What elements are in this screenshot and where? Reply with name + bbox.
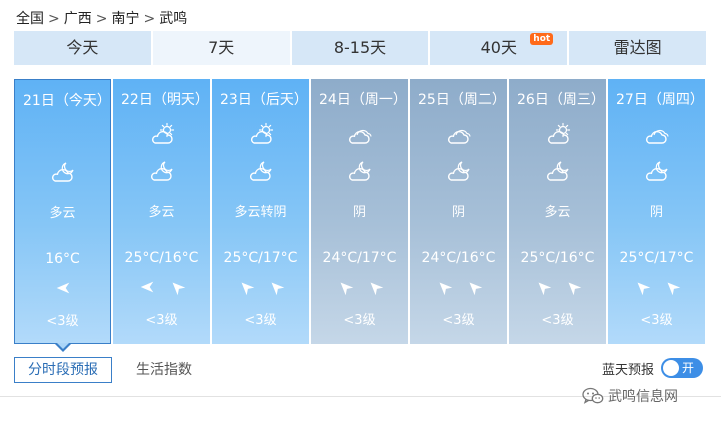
selected-day-pointer-inner	[57, 343, 69, 349]
partly-cloudy-night-icon	[247, 159, 275, 183]
wind-direction-icon	[370, 282, 383, 296]
tab-label: 今天	[66, 38, 99, 57]
wind-direction-icon	[271, 282, 284, 296]
tab-label: 8-15天	[333, 38, 387, 57]
hot-badge: hot	[530, 33, 554, 45]
day-forecast-card[interactable]: 21日（今天） 多云 16°C <3级	[14, 79, 111, 344]
weather-condition: 阴	[649, 205, 663, 220]
day-date: 21日（今天）	[23, 93, 111, 109]
day-forecast-card[interactable]: 25日（周二） 阴 24°C/16°C <3级	[410, 79, 507, 344]
temperature: 25°C/17°C	[619, 250, 694, 266]
day-date: 26日（周三）	[517, 92, 605, 108]
breadcrumb: 全国 > 广西 > 南宁 > 武鸣	[16, 8, 187, 28]
wind-direction-icon	[469, 282, 482, 296]
overcast-icon	[643, 122, 671, 146]
breadcrumb-separator: >	[95, 11, 108, 27]
temperature: 25°C/16°C	[124, 250, 199, 266]
breadcrumb-item[interactable]: 全国	[16, 8, 44, 28]
blue-sky-toggle[interactable]: 开	[661, 358, 703, 378]
tab-label: 40天	[480, 38, 517, 57]
weather-condition: 多云	[148, 205, 175, 220]
day-date: 25日（周二）	[418, 92, 506, 108]
forecast-tabs: 今天 7天 8-15天 40天 hot 雷达图	[14, 31, 706, 65]
breadcrumb-item: 武鸣	[159, 11, 188, 27]
partly-cloudy-day-icon	[544, 122, 572, 146]
overcast-icon	[445, 122, 473, 146]
life-index-button[interactable]: 生活指数	[136, 357, 192, 383]
wind-direction-icon	[637, 282, 650, 296]
tab-item[interactable]: 7天	[152, 31, 290, 65]
tab-item[interactable]: 雷达图	[569, 31, 706, 65]
temperature: 16°C	[45, 251, 80, 267]
toggle-knob	[663, 360, 679, 376]
day-date: 22日（明天）	[121, 92, 209, 108]
breadcrumb-separator: >	[143, 11, 156, 27]
partly-cloudy-night-icon	[49, 160, 77, 184]
wind-direction-icon	[56, 282, 69, 294]
partly-cloudy-night-icon	[148, 159, 176, 183]
partly-cloudy-day-icon	[148, 122, 176, 146]
day-forecast-card[interactable]: 22日（明天） 多云 25°C/16°C <3级	[113, 79, 210, 344]
tab-label: 雷达图	[613, 38, 662, 57]
wind-directions	[311, 278, 408, 298]
tab-item[interactable]: 40天 hot	[430, 31, 568, 65]
watermark: 武鸣信息网	[582, 385, 678, 407]
breadcrumb-separator: >	[48, 11, 60, 27]
wind-direction-icon	[241, 282, 254, 296]
day-date: 23日（后天）	[220, 92, 308, 108]
temperature: 25°C/16°C	[520, 250, 595, 266]
wind-level: <3级	[244, 313, 277, 328]
day-forecast-card[interactable]: 27日（周四） 阴 25°C/17°C <3级	[608, 79, 705, 344]
temperature: 24°C/17°C	[322, 250, 397, 266]
wind-direction-icon	[667, 282, 680, 296]
wind-level: <3级	[640, 313, 673, 328]
day-date: 24日（周一）	[319, 92, 407, 108]
wechat-icon	[582, 387, 604, 404]
wind-direction-icon	[340, 282, 353, 296]
weather-condition: 阴	[352, 205, 366, 220]
wind-level: <3级	[145, 313, 178, 328]
temperature: 24°C/16°C	[421, 250, 496, 266]
day-forecast-card[interactable]: 26日（周三） 多云 25°C/16°C <3级	[509, 79, 606, 344]
wind-direction-icon	[439, 282, 452, 296]
tab-item[interactable]: 8-15天	[291, 31, 429, 65]
tab-label: 7天	[208, 38, 235, 57]
partly-cloudy-night-icon	[346, 159, 374, 183]
breadcrumb-item[interactable]: 南宁	[111, 8, 139, 28]
partly-cloudy-day-icon	[247, 122, 275, 146]
wind-level: <3级	[541, 313, 574, 328]
breadcrumb-item[interactable]: 广西	[64, 8, 92, 28]
partly-cloudy-night-icon	[544, 159, 572, 183]
toggle-label: 开	[682, 361, 695, 375]
wind-direction-icon	[172, 282, 185, 296]
wind-directions	[608, 278, 705, 298]
tab-item[interactable]: 今天	[14, 31, 151, 65]
hourly-forecast-button[interactable]: 分时段预报	[14, 357, 112, 383]
wind-directions	[410, 278, 507, 298]
temperature: 25°C/17°C	[223, 250, 298, 266]
weather-condition: 多云	[49, 206, 76, 221]
wind-direction-icon	[568, 282, 581, 296]
blue-sky-forecast-label: 蓝天预报	[602, 363, 655, 378]
watermark-text: 武鸣信息网	[608, 389, 678, 405]
weather-condition: 多云转阴	[234, 205, 287, 220]
wind-directions	[212, 278, 309, 298]
overcast-icon	[346, 122, 374, 146]
wind-direction-icon	[140, 281, 153, 293]
wind-level: <3级	[343, 313, 376, 328]
wind-directions	[509, 278, 606, 298]
day-date: 27日（周四）	[616, 92, 704, 108]
wind-level: <3级	[442, 313, 475, 328]
wind-directions	[113, 278, 210, 298]
wind-level: <3级	[46, 314, 79, 329]
weather-condition: 阴	[451, 205, 465, 220]
partly-cloudy-night-icon	[643, 159, 671, 183]
weather-condition: 多云	[544, 205, 571, 220]
wind-directions	[15, 279, 110, 299]
day-forecast-card[interactable]: 24日（周一） 阴 24°C/17°C <3级	[311, 79, 408, 344]
day-forecast-card[interactable]: 23日（后天） 多云转阴 25°C/17°C <3级	[212, 79, 309, 344]
wind-direction-icon	[538, 282, 551, 296]
partly-cloudy-night-icon	[445, 159, 473, 183]
seven-day-forecast: 21日（今天） 多云 16°C <3级 22日（明天） 多云 25°C/16°C <3级 23日…	[14, 79, 706, 344]
